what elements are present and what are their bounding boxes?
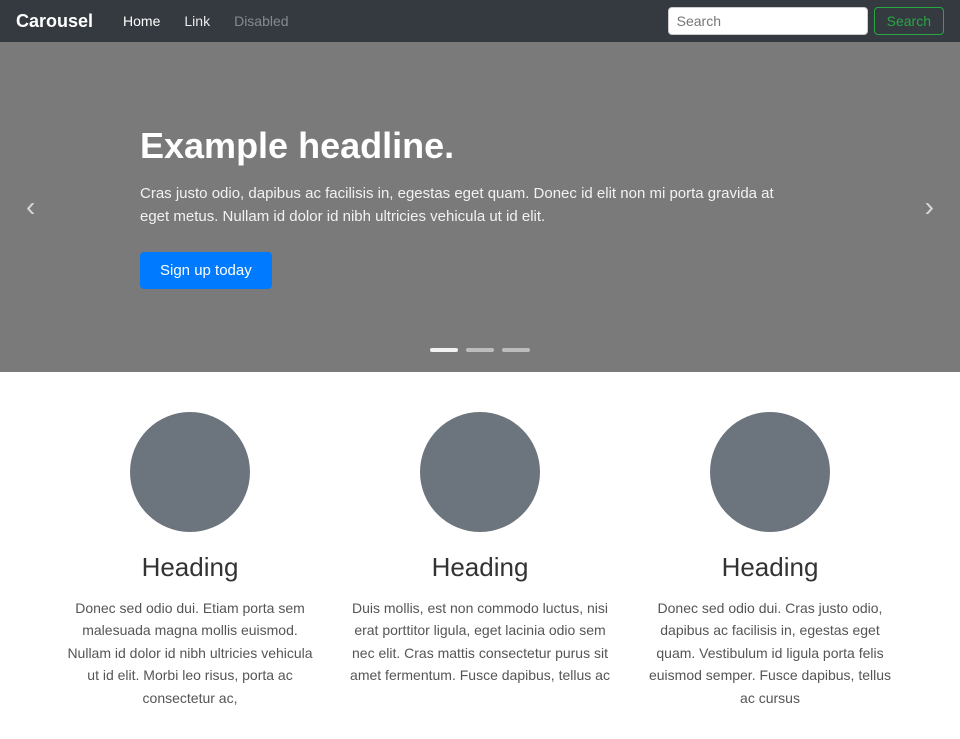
nav-link-link[interactable]: Link [174,7,220,35]
carousel-prev-button[interactable]: ‹ [10,181,51,233]
carousel-headline: Example headline. [140,125,800,167]
card-2-heading: Heading [350,552,610,583]
carousel-next-button[interactable]: › [909,181,950,233]
carousel-content: Example headline. Cras justo odio, dapib… [140,125,800,289]
navbar: Carousel Home Link Disabled Search [0,0,960,42]
card-3-heading: Heading [640,552,900,583]
card-1: Heading Donec sed odio dui. Etiam porta … [60,412,320,709]
search-input[interactable] [668,7,868,35]
nav-link-disabled: Disabled [224,7,298,35]
card-3: Heading Donec sed odio dui. Cras justo o… [640,412,900,709]
card-3-image [710,412,830,532]
carousel-dot-2[interactable] [466,348,494,352]
card-1-heading: Heading [60,552,320,583]
card-1-text: Donec sed odio dui. Etiam porta sem male… [60,597,320,709]
carousel: ‹ Example headline. Cras justo odio, dap… [0,42,960,372]
card-2-image [420,412,540,532]
carousel-cta-button[interactable]: Sign up today [140,252,272,289]
navbar-brand[interactable]: Carousel [16,11,93,32]
card-1-image [130,412,250,532]
carousel-text: Cras justo odio, dapibus ac facilisis in… [140,183,800,228]
card-3-text: Donec sed odio dui. Cras justo odio, dap… [640,597,900,709]
search-area: Search [668,7,944,35]
nav-links: Home Link Disabled [113,7,668,35]
search-button[interactable]: Search [874,7,944,35]
carousel-indicators [430,348,530,352]
nav-link-home[interactable]: Home [113,7,170,35]
card-2: Heading Duis mollis, est non commodo luc… [350,412,610,709]
carousel-dot-3[interactable] [502,348,530,352]
content-section: Heading Donec sed odio dui. Etiam porta … [0,372,960,739]
card-2-text: Duis mollis, est non commodo luctus, nis… [350,597,610,687]
carousel-dot-1[interactable] [430,348,458,352]
